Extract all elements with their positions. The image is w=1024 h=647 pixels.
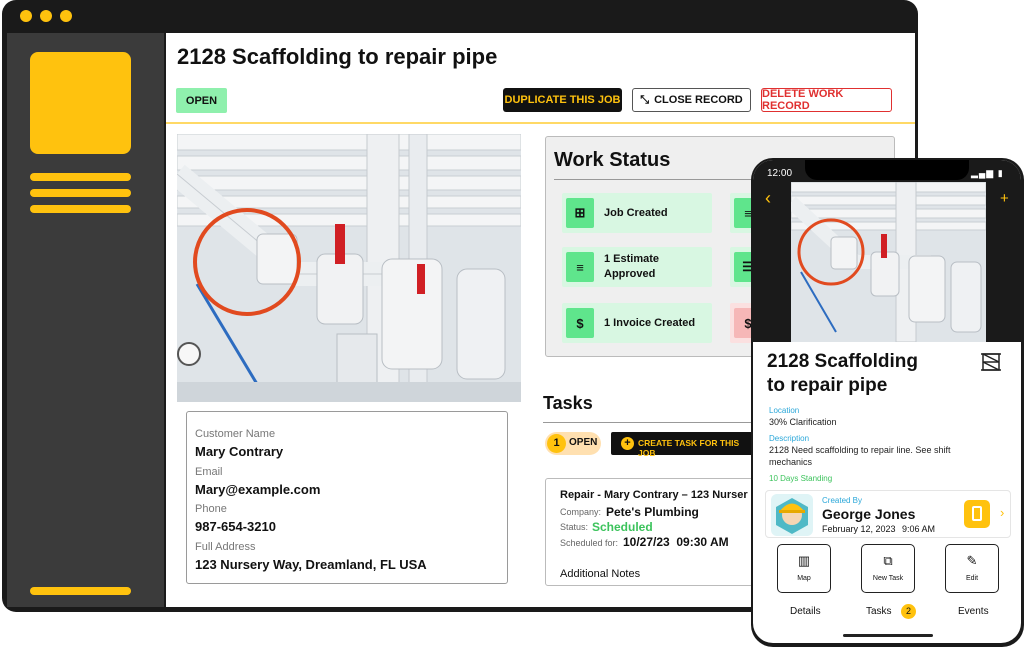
task-company: Pete's Plumbing: [606, 505, 699, 519]
status-badge: OPEN: [176, 88, 227, 113]
hierarchy-icon: ⊞: [566, 198, 594, 228]
standing-days: 10 Days Standing: [769, 474, 833, 483]
status-item-job-created[interactable]: ⊞ Job Created: [562, 193, 712, 233]
status-label: Job Created: [604, 207, 668, 219]
phone-label: Phone: [195, 503, 227, 515]
duplicate-job-button[interactable]: DUPLICATE THIS JOB: [503, 88, 622, 112]
window-dot-icon: [40, 10, 52, 22]
collapse-arrows-icon: ⤡: [640, 93, 650, 106]
created-by-card[interactable]: Created By George Jones February 12, 202…: [765, 490, 1011, 538]
sidebar: [7, 33, 164, 607]
sidebar-footer-item[interactable]: [30, 587, 131, 595]
chevron-right-icon[interactable]: ›: [1000, 505, 1004, 520]
job-photo: [177, 134, 521, 402]
badge-icon[interactable]: [964, 500, 990, 528]
open-count: 1: [547, 434, 566, 453]
status-label: 1 Invoice Created: [604, 317, 696, 329]
location-label: Location: [769, 406, 800, 415]
email-label: Email: [195, 466, 223, 478]
tasks-title: Tasks: [543, 393, 593, 413]
avatar: [771, 494, 813, 536]
phone-title-line1: 2128 Scaffolding: [767, 351, 918, 372]
task-card[interactable]: Repair - Mary Contrary – 123 Nurser Comp…: [545, 478, 765, 586]
phone-frame: 12:00 ▂▄▆ ▮ ‹ + 2128 Scaffolding to repa…: [751, 158, 1024, 647]
pipe-photo-illustration: [791, 182, 986, 342]
home-indicator: [843, 634, 933, 637]
customer-name-label: Customer Name: [195, 428, 276, 440]
map-label: Map: [797, 575, 811, 582]
close-record-button[interactable]: ⤡ CLOSE RECORD: [632, 88, 751, 112]
window-dot-icon: [60, 10, 72, 22]
divider: [543, 422, 753, 423]
customer-card: Customer Name Mary Contrary Email Mary@e…: [186, 411, 508, 584]
address-label: Full Address: [195, 541, 256, 553]
window-dot-icon: [20, 10, 32, 22]
phone-job-photo: [791, 182, 986, 342]
create-task-label: CREATE TASK FOR THIS JOB: [638, 438, 740, 458]
page-title: 2128 Scaffolding to repair pipe: [177, 44, 498, 69]
signal-battery-icon: ▂▄▆ ▮: [971, 168, 1004, 178]
customer-email[interactable]: Mary@example.com: [195, 482, 320, 497]
task-status: Scheduled: [592, 520, 653, 534]
open-tasks-badge[interactable]: 1 OPEN: [545, 432, 601, 455]
map-icon: ▥: [797, 553, 811, 568]
work-status-title: Work Status: [554, 149, 671, 171]
customer-phone[interactable]: 987-654-3210: [195, 519, 276, 534]
task-scheduled: 10/27/23 09:30 AM: [623, 535, 729, 549]
tab-tasks[interactable]: Tasks: [866, 606, 892, 617]
created-time: 9:06 AM: [902, 524, 936, 534]
phone-title-line2: to repair pipe: [767, 375, 888, 396]
tab-details[interactable]: Details: [790, 606, 821, 617]
pipe-photo-illustration: [177, 134, 521, 402]
tab-events[interactable]: Events: [958, 606, 989, 617]
document-icon: ≡: [566, 252, 594, 282]
dollar-document-icon: $: [566, 308, 594, 338]
phone-title: 2128 Scaffolding to repair pipe: [767, 350, 918, 398]
new-task-button[interactable]: ⧉ New Task: [861, 544, 915, 593]
sidebar-item-3[interactable]: [30, 205, 131, 213]
close-record-label: CLOSE RECORD: [654, 94, 743, 106]
create-task-button[interactable]: + CREATE TASK FOR THIS JOB: [611, 432, 756, 458]
logo: [30, 52, 131, 154]
phone-screen: 12:00 ▂▄▆ ▮ ‹ + 2128 Scaffolding to repa…: [753, 160, 1021, 643]
status-label: Status:: [560, 522, 589, 532]
tasks-count-badge: 2: [901, 604, 916, 619]
description-line2: mechanics: [769, 457, 813, 467]
delete-record-button[interactable]: DELETE WORK RECORD: [761, 88, 892, 112]
map-button[interactable]: ▥ Map: [777, 544, 831, 593]
status-label: 1 Estimate: [604, 253, 660, 265]
phone-notch: [805, 160, 969, 180]
scheduled-label: Scheduled for:: [560, 538, 619, 548]
new-task-label: New Task: [872, 575, 904, 582]
plus-icon[interactable]: +: [1000, 190, 1009, 207]
status-item-estimate[interactable]: ≡ 1 Estimate Approved: [562, 247, 712, 287]
additional-notes-label: Additional Notes: [560, 568, 641, 580]
phone-header: 12:00 ▂▄▆ ▮ ‹ +: [753, 160, 1021, 342]
chevron-left-icon[interactable]: ‹: [765, 188, 771, 209]
status-label: Approved: [604, 268, 656, 280]
header-divider: [166, 122, 915, 124]
status-item-invoice[interactable]: $ 1 Invoice Created: [562, 303, 712, 343]
open-label: OPEN: [569, 437, 598, 448]
phone-time: 12:00: [767, 168, 793, 179]
task-title: Repair - Mary Contrary – 123 Nurser: [560, 489, 748, 501]
company-label: Company:: [560, 507, 602, 517]
description-line1: 2128 Need scaffolding to repair line. Se…: [769, 445, 951, 455]
customer-address: 123 Nursery Way, Dreamland, FL USA: [195, 557, 427, 572]
edit-button[interactable]: ✎ Edit: [945, 544, 999, 593]
description-label: Description: [769, 434, 810, 443]
edit-label: Edit: [965, 575, 979, 582]
created-date: February 12, 2023: [822, 524, 896, 534]
plus-circle-icon: +: [621, 437, 634, 450]
sidebar-item-1[interactable]: [30, 173, 131, 181]
created-by-label: Created By: [822, 496, 863, 505]
customer-name: Mary Contrary: [195, 444, 284, 459]
scaffolding-icon: [981, 352, 1001, 372]
location-value: 30% Clarification: [769, 417, 837, 427]
created-by-name: George Jones: [822, 506, 916, 522]
pencil-icon: ✎: [966, 553, 978, 568]
sidebar-item-2[interactable]: [30, 189, 131, 197]
new-task-icon: ⧉: [883, 553, 893, 568]
